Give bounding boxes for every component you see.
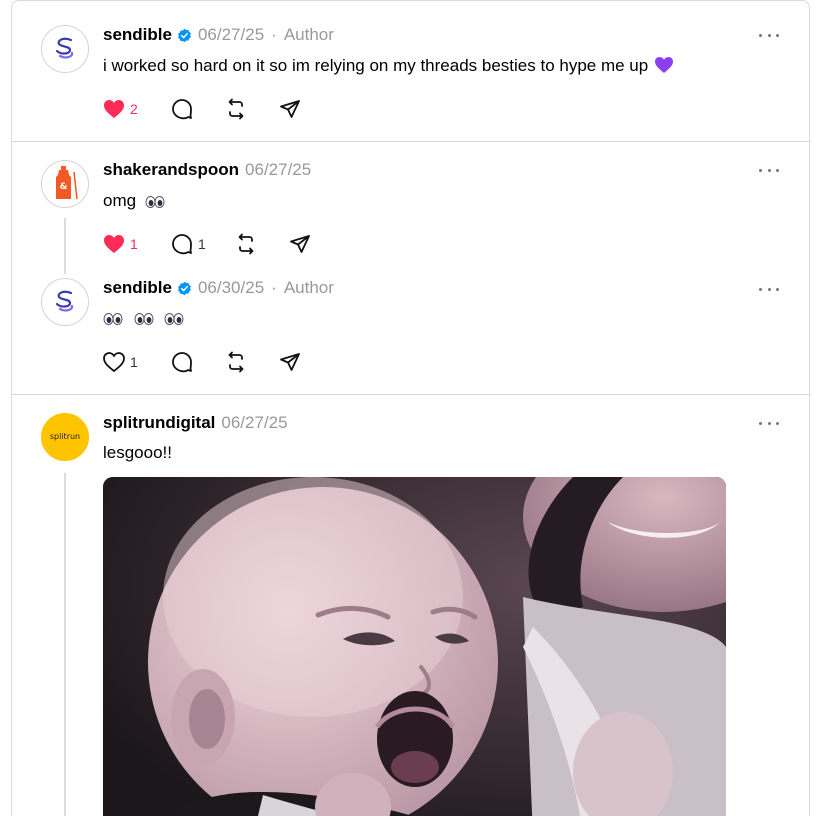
more-options-icon[interactable] — [759, 162, 779, 178]
post-text: i worked so hard on it so im relying on … — [103, 55, 674, 77]
share-button[interactable] — [288, 231, 318, 257]
sendible-logo-icon — [55, 290, 74, 312]
thread-feed: sendible 06/27/25 · Author i worked so h… — [11, 0, 810, 816]
avatar[interactable]: & — [41, 160, 89, 208]
heart-filled-icon — [104, 235, 124, 253]
comment-icon — [172, 99, 192, 120]
more-options-icon[interactable] — [759, 281, 779, 297]
username[interactable]: splitrundigital — [103, 413, 215, 433]
post-meta: shakerandspoon 06/27/25 — [103, 159, 311, 181]
username[interactable]: sendible — [103, 25, 172, 45]
repost-icon — [238, 233, 254, 255]
like-button[interactable]: 1 — [102, 349, 142, 375]
comment-icon — [172, 352, 192, 373]
send-icon — [280, 100, 300, 118]
reply-count: 1 — [198, 236, 206, 252]
post-media-gif[interactable] — [103, 477, 726, 816]
avatar[interactable]: splitrun — [41, 413, 89, 461]
post-date[interactable]: 06/27/25 — [221, 413, 287, 433]
avatar[interactable] — [41, 25, 89, 73]
sendible-logo-icon — [55, 37, 74, 59]
repost-icon — [228, 98, 244, 120]
heart-filled-icon — [104, 100, 124, 118]
splitrun-logo-icon: splitrun — [50, 432, 80, 441]
post-text: lesgooo!! — [103, 442, 172, 464]
author-tag: Author — [283, 25, 334, 44]
repost-icon — [228, 351, 244, 373]
reply-button[interactable] — [170, 349, 200, 375]
post-date[interactable]: 06/30/25 — [198, 278, 264, 298]
post-text-content: omg — [103, 191, 137, 210]
svg-text:&: & — [60, 182, 68, 192]
like-button[interactable]: 1 — [102, 231, 142, 257]
repost-button[interactable] — [224, 349, 254, 375]
send-icon — [280, 353, 300, 371]
post-meta: sendible 06/27/25 · Author — [103, 24, 334, 46]
post-actions: 1 — [102, 349, 308, 375]
thread-line — [64, 218, 66, 274]
repost-button[interactable] — [224, 96, 254, 122]
eyes-emoji-icon — [103, 312, 123, 325]
post-meta: splitrundigital 06/27/25 — [103, 412, 288, 434]
post-text — [103, 307, 184, 329]
eyes-emoji-icon — [145, 195, 165, 208]
eyes-emoji-icon — [134, 312, 154, 325]
heart-outline-icon — [103, 352, 125, 373]
post-sendible-1: sendible 06/27/25 · Author i worked so h… — [12, 1, 809, 141]
baby-gif-image — [103, 477, 726, 816]
send-icon — [290, 235, 310, 253]
username[interactable]: sendible — [103, 278, 172, 298]
username[interactable]: shakerandspoon — [103, 160, 239, 180]
eyes-emoji-icon — [164, 312, 184, 325]
post-text: omg — [103, 190, 165, 212]
like-count: 1 — [130, 354, 138, 370]
post-meta: sendible 06/30/25 · Author — [103, 277, 334, 299]
post-actions: 1 1 — [102, 231, 318, 257]
verified-badge-icon — [178, 281, 191, 295]
like-button[interactable]: 2 — [102, 96, 142, 122]
meta-separator: · — [271, 278, 277, 297]
more-options-icon[interactable] — [759, 27, 779, 43]
reply-button[interactable] — [170, 96, 200, 122]
meta-separator: · — [271, 25, 277, 44]
post-text-content: i worked so hard on it so im relying on … — [103, 56, 649, 75]
repost-button[interactable] — [234, 231, 264, 257]
verified-badge-icon — [178, 28, 191, 42]
like-count: 2 — [130, 101, 138, 117]
like-count: 1 — [130, 236, 138, 252]
post-date[interactable]: 06/27/25 — [245, 160, 311, 180]
purple-heart-emoji-icon — [655, 57, 674, 73]
share-button[interactable] — [278, 96, 308, 122]
shaker-logo-icon: & — [56, 166, 78, 200]
post-text-content: lesgooo!! — [103, 443, 172, 462]
svg-text:splitrun: splitrun — [50, 432, 80, 441]
more-options-icon[interactable] — [759, 415, 779, 431]
post-shakerandspoon: & shakerandspoon 06/27/25 omg 1 1 sendib… — [12, 142, 809, 394]
thread-line — [64, 473, 66, 816]
avatar[interactable] — [41, 278, 89, 326]
post-date[interactable]: 06/27/25 — [198, 25, 264, 45]
share-button[interactable] — [278, 349, 308, 375]
author-tag: Author — [283, 278, 334, 297]
post-actions: 2 — [102, 96, 308, 122]
comment-icon — [172, 234, 192, 255]
reply-button[interactable]: 1 — [170, 231, 210, 257]
